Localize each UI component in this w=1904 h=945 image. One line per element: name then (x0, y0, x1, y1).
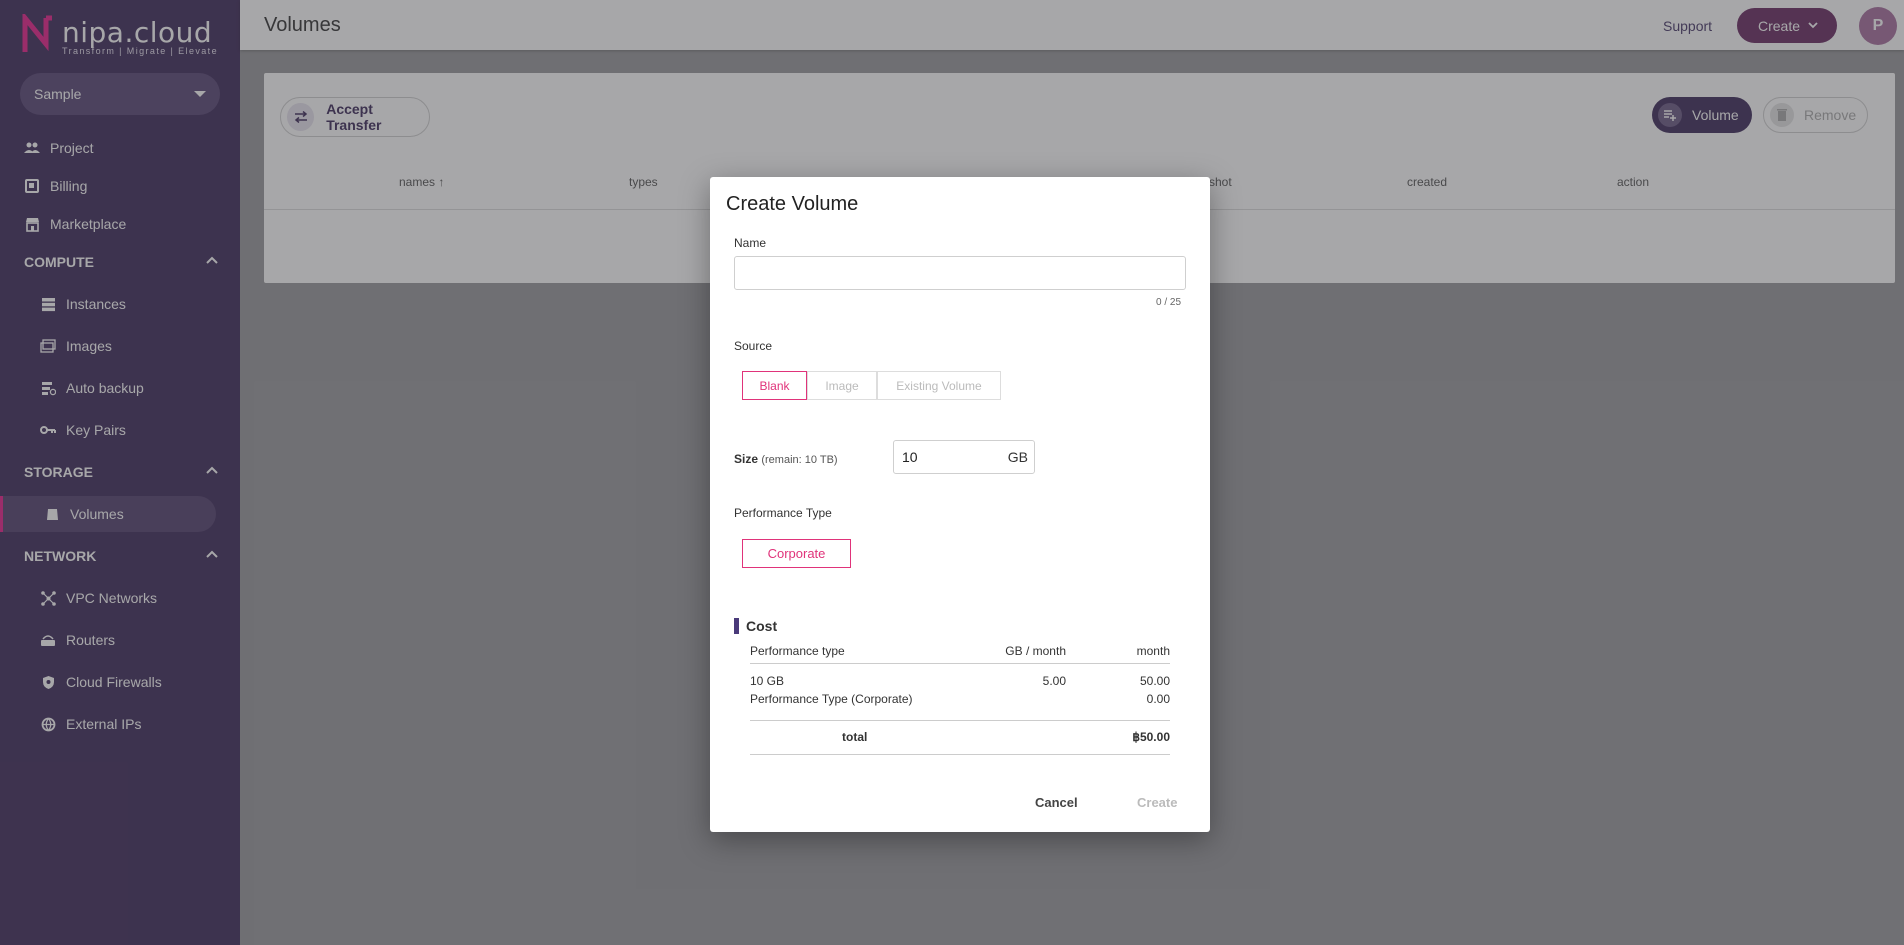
size-label-text: Size (734, 452, 759, 466)
name-char-counter: 0 / 25 (1156, 297, 1182, 308)
size-remain: (remain: 10 TB) (761, 454, 838, 466)
performance-type-label: Performance Type (734, 506, 832, 520)
cost-section-marker (734, 618, 739, 634)
source-option-blank[interactable]: Blank (742, 371, 807, 400)
cost-header-gb-month: GB / month (1005, 644, 1066, 658)
cost-row-month: 50.00 (1139, 674, 1170, 688)
source-option-image[interactable]: Image (807, 371, 877, 400)
cost-row-item: Performance Type (Corporate) (750, 692, 913, 706)
cancel-button[interactable]: Cancel (1035, 795, 1078, 810)
source-label: Source (734, 339, 773, 353)
source-toggle-group: Blank Image Existing Volume (742, 371, 1001, 400)
size-value: 10 (902, 449, 918, 465)
size-input[interactable]: 10 GB (893, 440, 1035, 474)
cost-header-month: month (1136, 644, 1170, 658)
create-volume-dialog: Create Volume Name 0 / 25 Source Blank I… (710, 177, 1210, 832)
dialog-title: Create Volume (726, 193, 859, 215)
create-button[interactable]: Create (1137, 795, 1177, 810)
cost-row-per-gb: 5.00 (1042, 674, 1066, 688)
performance-option-corporate[interactable]: Corporate (742, 539, 851, 568)
size-label: Size (remain: 10 TB) (734, 452, 838, 466)
cost-row-month: 0.00 (1146, 692, 1170, 706)
cost-row-item: 10 GB (750, 674, 785, 688)
name-input[interactable] (734, 256, 1186, 290)
cost-title: Cost (746, 618, 778, 634)
cost-divider (750, 720, 1170, 721)
cost-header-type: Performance type (750, 644, 845, 658)
cost-total-value: ฿50.00 (1132, 730, 1170, 744)
cost-divider (750, 663, 1170, 664)
size-unit: GB (1007, 449, 1028, 465)
name-label: Name (734, 236, 767, 250)
source-option-existing-volume[interactable]: Existing Volume (877, 371, 1001, 400)
cost-divider (750, 754, 1170, 755)
cost-total-label: total (842, 730, 868, 744)
